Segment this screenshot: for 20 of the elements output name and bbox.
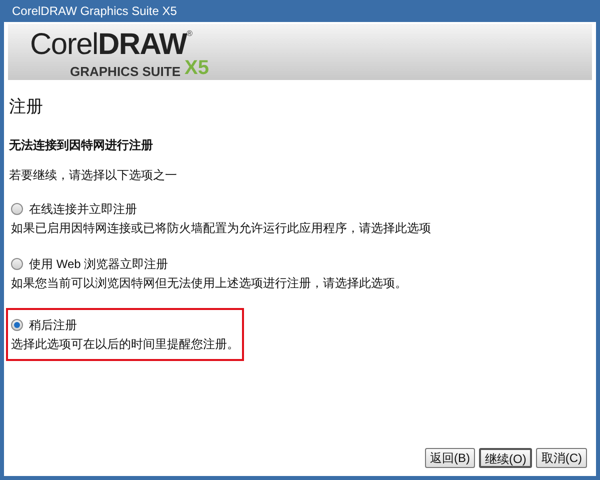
- option-label: 在线连接并立即注册: [29, 200, 137, 218]
- logo-version: X5: [184, 58, 209, 78]
- dialog-button[interactable]: 继续(O): [479, 448, 532, 468]
- radio-button[interactable]: [11, 202, 23, 214]
- dialog-button[interactable]: 取消(C): [536, 448, 587, 468]
- dialog-button[interactable]: 返回(B): [425, 448, 475, 468]
- page-heading: 注册: [9, 96, 44, 118]
- logo-subtitle: GRAPHICS SUITE: [70, 65, 181, 78]
- window-title: CorelDRAW Graphics Suite X5: [12, 3, 177, 20]
- option-description: 如果您当前可以浏览因特网但无法使用上述选项进行注册，请选择此选项。: [11, 274, 408, 292]
- option-label: 使用 Web 浏览器立即注册: [29, 256, 168, 272]
- option-description: 如果已启用因特网连接或已将防火墙配置为允许运行此应用程序，请选择此选项: [11, 220, 432, 236]
- option-label: 稍后注册: [29, 316, 77, 334]
- logo-mark: ®: [186, 30, 193, 38]
- logo-name: CorelDRAW: [30, 30, 187, 60]
- radio-button[interactable]: [11, 318, 23, 330]
- radio-button[interactable]: [11, 258, 23, 270]
- instruction-text: 若要继续，请选择以下选项之一: [9, 166, 178, 184]
- subheading: 无法连接到因特网进行注册: [9, 136, 154, 154]
- option-description: 选择此选项可在以后的时间里提醒您注册。: [11, 336, 240, 352]
